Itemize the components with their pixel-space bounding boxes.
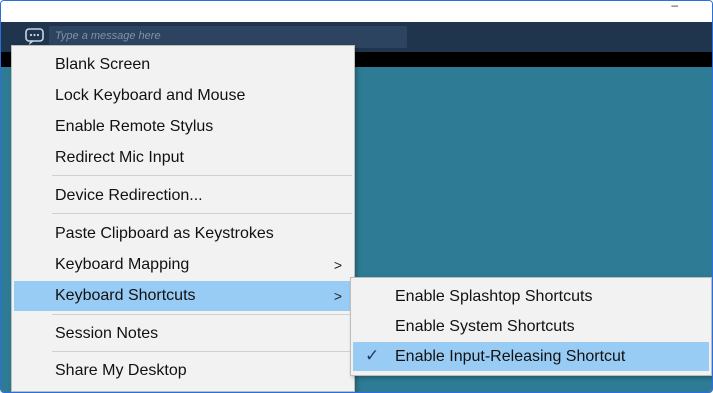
menu-item-label: Paste Clipboard as Keystrokes [55, 225, 274, 242]
chat-icon[interactable] [23, 28, 47, 46]
chevron-right-icon: > [333, 288, 342, 304]
menu-item-label: Redirect Mic Input [55, 149, 184, 166]
submenu-item-label: Enable Splashtop Shortcuts [395, 288, 593, 305]
submenu-item-enable-splashtop-shortcuts[interactable]: Enable Splashtop Shortcuts [353, 282, 709, 311]
menu-item-label: Share My Desktop [55, 362, 187, 379]
submenu-item-label: Enable System Shortcuts [395, 318, 575, 335]
chat-placeholder: Type a message here [55, 30, 161, 42]
menu-separator [52, 175, 352, 176]
menu-item-share-my-desktop[interactable]: Share My Desktop [14, 356, 352, 386]
submenu-item-enable-system-shortcuts[interactable]: Enable System Shortcuts [353, 312, 709, 341]
context-menu: Blank Screen Lock Keyboard and Mouse Ena… [11, 45, 355, 392]
submenu-item-label: Enable Input-Releasing Shortcut [395, 348, 626, 365]
menu-separator [52, 314, 352, 315]
menu-item-label: Enable Remote Stylus [55, 118, 214, 135]
menu-item-label: Lock Keyboard and Mouse [55, 87, 246, 104]
keyboard-shortcuts-submenu: Enable Splashtop Shortcuts Enable System… [350, 277, 712, 376]
app-window: – Type a message here Blank Screen Lock … [0, 0, 713, 393]
menu-item-label: Keyboard Mapping [55, 256, 190, 273]
menu-item-label: Keyboard Shortcuts [55, 287, 196, 304]
menu-item-enable-remote-stylus[interactable]: Enable Remote Stylus [14, 112, 352, 142]
menu-item-redirect-mic-input[interactable]: Redirect Mic Input [14, 143, 352, 173]
menu-item-device-redirection[interactable]: Device Redirection... [14, 181, 352, 211]
menu-separator [52, 351, 352, 352]
menu-item-blank-screen[interactable]: Blank Screen [14, 50, 352, 80]
menu-item-paste-clipboard-keystrokes[interactable]: Paste Clipboard as Keystrokes [14, 219, 352, 249]
menu-item-keyboard-shortcuts[interactable]: Keyboard Shortcuts > [14, 281, 352, 311]
menu-item-label: Device Redirection... [55, 187, 203, 204]
minimize-button[interactable]: – [671, 1, 678, 11]
menu-item-keyboard-mapping[interactable]: Keyboard Mapping > [14, 250, 352, 280]
menu-item-session-notes[interactable]: Session Notes [14, 319, 352, 349]
menu-item-lock-keyboard-mouse[interactable]: Lock Keyboard and Mouse [14, 81, 352, 111]
checkmark-icon: ✓ [365, 346, 380, 365]
chevron-right-icon: > [333, 257, 342, 273]
menu-item-label: Session Notes [55, 325, 159, 342]
submenu-item-enable-input-releasing-shortcut[interactable]: ✓ Enable Input-Releasing Shortcut [353, 342, 709, 371]
title-bar: – [1, 1, 712, 22]
menu-item-label: Blank Screen [55, 56, 151, 73]
menu-separator [52, 213, 352, 214]
